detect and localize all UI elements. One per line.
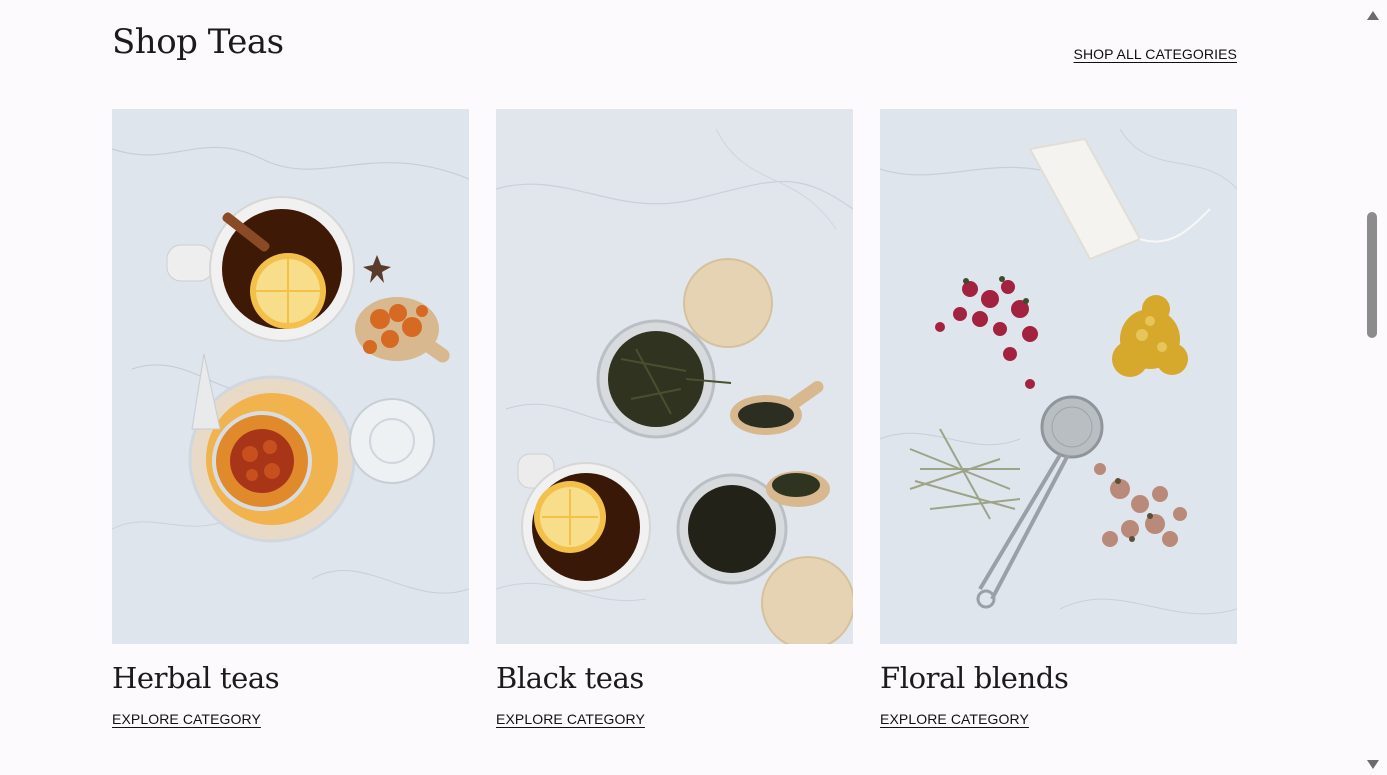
category-title: Black teas: [496, 661, 644, 695]
category-grid: Herbal teas EXPLORE CATEGORY Black teas …: [112, 109, 1237, 727]
page: Shop Teas SHOP ALL CATEGORIES Herbal tea…: [0, 0, 1359, 775]
category-card-herbal[interactable]: Herbal teas EXPLORE CATEGORY: [112, 109, 469, 727]
explore-category-link[interactable]: EXPLORE CATEGORY: [112, 711, 469, 727]
category-card-floral[interactable]: Floral blends EXPLORE CATEGORY: [880, 109, 1237, 727]
category-title: Herbal teas: [112, 661, 280, 695]
explore-category-link[interactable]: EXPLORE CATEGORY: [880, 711, 1237, 727]
explore-category-link[interactable]: EXPLORE CATEGORY: [496, 711, 853, 727]
floral-blend-image[interactable]: [880, 109, 1237, 644]
category-card-black[interactable]: Black teas EXPLORE CATEGORY: [496, 109, 853, 727]
herbal-tea-image[interactable]: [112, 109, 469, 644]
vertical-scrollbar[interactable]: [1359, 0, 1387, 775]
scroll-up-arrow-icon[interactable]: [1367, 11, 1379, 20]
scroll-down-arrow-icon[interactable]: [1367, 760, 1379, 769]
category-title: Floral blends: [880, 661, 1069, 695]
scrollbar-thumb[interactable]: [1367, 212, 1377, 338]
section-title: Shop Teas: [112, 22, 284, 62]
black-tea-image[interactable]: [496, 109, 853, 644]
shop-all-categories-link[interactable]: SHOP ALL CATEGORIES: [1074, 46, 1237, 62]
